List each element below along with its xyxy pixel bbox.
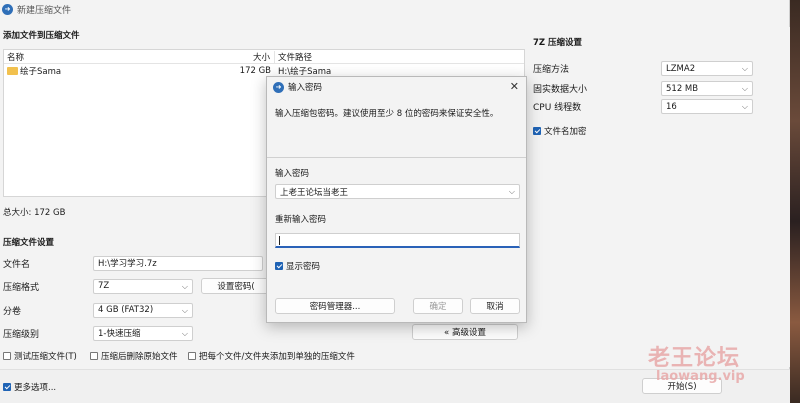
split-value: 4 GB (FAT32) — [98, 305, 154, 315]
set-password-button[interactable]: 设置密码( — [201, 278, 271, 294]
solid-size-row: 固实数据大小 512 MB ⌵ — [533, 81, 753, 96]
column-name[interactable]: 名称 — [4, 51, 174, 63]
folder-icon — [7, 67, 18, 75]
chevron-down-icon: ⌵ — [741, 64, 748, 73]
checkbox-checked-icon — [3, 383, 11, 391]
total-size: 总大小: 172 GB — [3, 208, 66, 218]
cancel-button[interactable]: 取消 — [470, 298, 520, 314]
method-select[interactable]: LZMA2 ⌵ — [661, 61, 753, 76]
files-section-title: 添加文件到压缩文件 — [3, 31, 80, 41]
archive-section-title: 压缩文件设置 — [3, 238, 55, 248]
watermark-url: laowang.vip — [656, 369, 745, 384]
column-size[interactable]: 大小 — [174, 50, 275, 63]
filename-input[interactable]: H:\学习学习.7z — [93, 255, 263, 271]
show-password-checkbox[interactable]: 显示密码 — [275, 260, 320, 272]
advanced-settings-button[interactable]: « 高级设置 — [412, 324, 518, 340]
separate-archives-checkbox[interactable]: 把每个文件/文件夹添加到单独的压缩文件 — [188, 350, 355, 362]
column-path[interactable]: 文件路径 — [275, 51, 524, 63]
checkbox-checked-icon — [533, 127, 541, 135]
password-dialog: ➜ 输入密码 ✕ 输入压缩包密码。建议使用至少 8 位的密码来保证安全性。 输入… — [266, 76, 527, 323]
test-archive-checkbox[interactable]: 测试压缩文件(T) — [3, 350, 77, 362]
split-row: 分卷 4 GB (FAT32) ⌵ — [3, 302, 193, 318]
repeat-password-input[interactable] — [275, 233, 520, 248]
repeat-password-label: 重新输入密码 — [275, 215, 327, 225]
sevenz-section-title: 7Z 压缩设置 — [533, 38, 583, 48]
more-options-label: 更多选项... — [14, 383, 57, 393]
watermark-title: 老王论坛 — [648, 346, 741, 371]
window-title: 新建压缩文件 — [17, 5, 72, 16]
chevron-down-icon: ⌵ — [741, 102, 748, 111]
divider — [267, 157, 526, 158]
dialog-title-bar: ➜ 输入密码 — [267, 77, 526, 97]
dialog-description: 输入压缩包密码。建议使用至少 8 位的密码来保证安全性。 — [275, 109, 499, 119]
level-row: 压缩级别 1-快速压缩 ⌵ — [3, 325, 193, 341]
split-select[interactable]: 4 GB (FAT32) ⌵ — [93, 302, 193, 318]
format-select[interactable]: 7Z ⌵ — [93, 278, 193, 294]
checkbox-checked-icon — [275, 262, 283, 270]
password-label: 输入密码 — [275, 169, 310, 179]
level-label: 压缩级别 — [3, 329, 40, 340]
encrypt-filenames-checkbox[interactable]: 文件名加密 — [533, 125, 587, 137]
separate-archives-label: 把每个文件/文件夹添加到单独的压缩文件 — [199, 352, 355, 362]
level-select[interactable]: 1-快速压缩 ⌵ — [93, 325, 193, 341]
format-row: 压缩格式 7Z ⌵ — [3, 278, 193, 294]
file-name: 绘子Sama — [20, 67, 62, 77]
method-row: 压缩方法 LZMA2 ⌵ — [533, 61, 753, 76]
format-value: 7Z — [98, 281, 110, 291]
filename-row: 文件名 H:\学习学习.7z — [3, 255, 263, 271]
more-options-checkbox[interactable]: 更多选项... — [3, 381, 56, 393]
test-archive-label: 测试压缩文件(T) — [14, 352, 77, 362]
ok-button[interactable]: 确定 — [413, 298, 463, 314]
checkbox-icon — [90, 352, 98, 360]
file-list-header: 名称 大小 文件路径 — [4, 50, 524, 64]
dialog-title: 输入密码 — [288, 83, 323, 93]
encrypt-filenames-label: 文件名加密 — [544, 127, 587, 137]
watermark: 老王论坛 laowang.vip — [648, 340, 745, 384]
solid-size-select[interactable]: 512 MB ⌵ — [661, 81, 753, 96]
split-label: 分卷 — [3, 306, 22, 317]
file-size: 172 GB — [239, 66, 271, 76]
chevron-down-icon[interactable]: ⌵ — [509, 187, 515, 197]
app-logo-icon: ➜ — [273, 81, 284, 93]
sevenz-settings-panel: 7Z 压缩设置 压缩方法 LZMA2 ⌵ 固实数据大小 512 MB ⌵ CPU 线… — [527, 27, 790, 367]
title-bar: ➜ 新建压缩文件 — [0, 0, 789, 18]
password-manager-button[interactable]: 密码管理器... — [275, 298, 395, 314]
chevron-down-icon: ⌵ — [181, 281, 188, 291]
solid-size-label: 固实数据大小 — [533, 85, 588, 95]
password-value: 上老王论坛当老王 — [280, 187, 349, 198]
method-label: 压缩方法 — [533, 65, 570, 75]
filename-label: 文件名 — [3, 259, 31, 270]
show-password-label: 显示密码 — [286, 262, 321, 272]
format-label: 压缩格式 — [3, 282, 40, 293]
app-logo-icon: ➜ — [2, 3, 13, 15]
threads-value: 16 — [666, 101, 677, 112]
threads-select[interactable]: 16 ⌵ — [661, 99, 753, 114]
threads-label: CPU 线程数 — [533, 103, 582, 113]
method-value: LZMA2 — [666, 63, 696, 74]
password-input[interactable]: 上老王论坛当老王 ⌵ — [275, 184, 520, 199]
level-value: 1-快速压缩 — [98, 329, 141, 339]
threads-row: CPU 线程数 16 ⌵ — [533, 99, 753, 114]
chevron-down-icon: ⌵ — [181, 328, 188, 338]
delete-source-label: 压缩后删除原始文件 — [101, 352, 178, 362]
checkbox-icon — [3, 352, 11, 360]
checkbox-icon — [188, 352, 196, 360]
text-caret — [279, 236, 280, 245]
close-icon[interactable]: ✕ — [510, 80, 519, 93]
solid-size-value: 512 MB — [666, 83, 699, 94]
delete-source-checkbox[interactable]: 压缩后删除原始文件 — [90, 350, 178, 362]
chevron-down-icon: ⌵ — [181, 305, 188, 315]
chevron-down-icon: ⌵ — [741, 84, 748, 93]
